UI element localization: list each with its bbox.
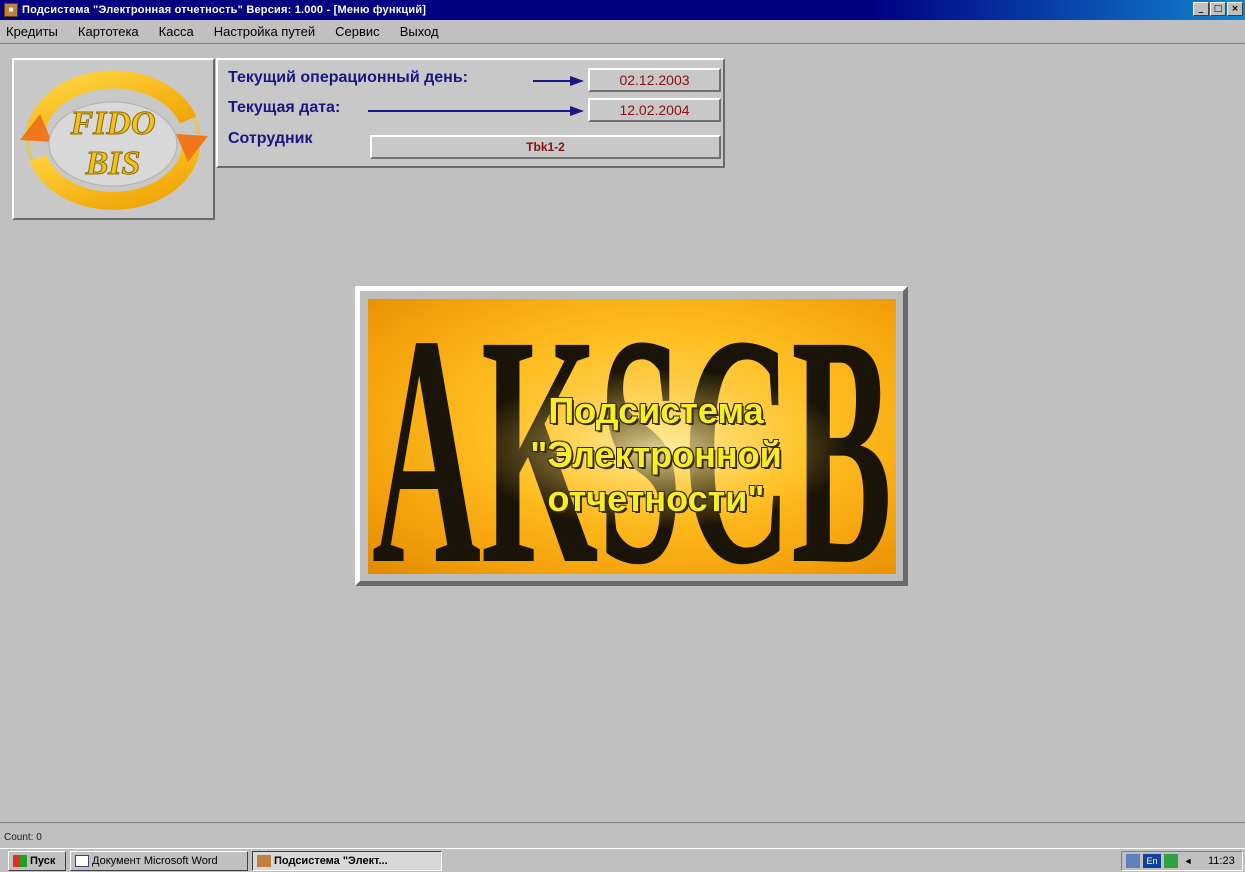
- operational-day-field[interactable]: 02.12.2003: [588, 68, 721, 92]
- clock[interactable]: 11:23: [1208, 855, 1235, 867]
- menu-service[interactable]: Сервис: [325, 24, 390, 39]
- operational-day-arrow-line: [533, 80, 573, 82]
- taskbar-item-subsystem-label: Подсистема "Элект...: [274, 854, 388, 867]
- menu-exit[interactable]: Выход: [390, 24, 449, 39]
- operational-day-label: Текущий операционный день:: [228, 69, 469, 86]
- start-label: Пуск: [30, 854, 56, 867]
- logo-fido-text: FIDO: [69, 105, 155, 142]
- logo-bis-text: BIS: [85, 145, 141, 182]
- app-icon[interactable]: ■: [4, 3, 18, 17]
- employee-label: Сотрудник: [228, 130, 313, 147]
- subsystem-app-icon: [257, 854, 271, 867]
- minimize-button[interactable]: _: [1193, 2, 1209, 16]
- current-date-arrow-icon: [570, 106, 584, 116]
- menu-cash[interactable]: Касса: [149, 24, 204, 39]
- fidobis-logo-panel: FIDO BIS: [12, 58, 215, 220]
- splash-frame: AKSCB Подсистема "Электронной отчетности…: [355, 286, 908, 586]
- splash-title-line-3: отчетности": [547, 478, 765, 519]
- fidobis-logo: FIDO BIS: [20, 70, 208, 210]
- current-date-label: Текущая дата:: [228, 99, 341, 116]
- start-button[interactable]: Пуск: [8, 850, 66, 871]
- current-date-field[interactable]: 12.02.2004: [588, 98, 721, 122]
- splash-banner: AKSCB Подсистема "Электронной отчетности…: [368, 299, 896, 574]
- maximize-button[interactable]: □: [1210, 2, 1226, 16]
- word-document-icon: [75, 854, 89, 867]
- splash-title-line-2: "Электронной: [530, 434, 782, 475]
- window-controls: _ □ ×: [1193, 2, 1243, 16]
- language-indicator[interactable]: En: [1143, 854, 1161, 868]
- window-title: Подсистема "Электронная отчетность" Верс…: [22, 4, 427, 16]
- menu-credits[interactable]: Кредиты: [0, 24, 68, 39]
- menu-path-settings[interactable]: Настройка путей: [204, 24, 325, 39]
- splash-title-line-1: Подсистема: [548, 390, 764, 431]
- taskbar-item-word[interactable]: Документ Microsoft Word: [70, 850, 248, 871]
- system-tray: En ◄ 11:23: [1121, 851, 1243, 871]
- info-panel: Текущий операционный день: 02.12.2003 Те…: [216, 58, 725, 168]
- taskbar-item-word-label: Документ Microsoft Word: [92, 854, 218, 867]
- close-button[interactable]: ×: [1227, 2, 1243, 16]
- speaker-icon[interactable]: ◄: [1181, 854, 1195, 868]
- status-bar: Count: 0: [0, 822, 1245, 848]
- splash-title: Подсистема "Электронной отчетности": [496, 389, 816, 521]
- taskbar-item-subsystem[interactable]: Подсистема "Элект...: [252, 850, 442, 871]
- status-text: Count: 0: [4, 832, 42, 843]
- tray-task-scheduler-icon[interactable]: [1126, 854, 1140, 868]
- current-date-arrow-line: [368, 110, 573, 112]
- menu-card-index[interactable]: Картотека: [68, 24, 149, 39]
- windows-logo-icon: [13, 854, 27, 867]
- taskbar: Пуск Документ Microsoft Word Подсистема …: [0, 848, 1245, 872]
- operational-day-arrow-icon: [570, 76, 584, 86]
- employee-field[interactable]: Tbk1-2: [370, 135, 721, 159]
- window-title-bar[interactable]: ■ Подсистема "Электронная отчетность" Ве…: [0, 0, 1245, 20]
- mdi-client-area: FIDO BIS Текущий операционный день: 02.1…: [4, 48, 1241, 820]
- menu-bar: Кредиты Картотека Касса Настройка путей …: [0, 20, 1245, 44]
- tray-network-icon[interactable]: [1164, 854, 1178, 868]
